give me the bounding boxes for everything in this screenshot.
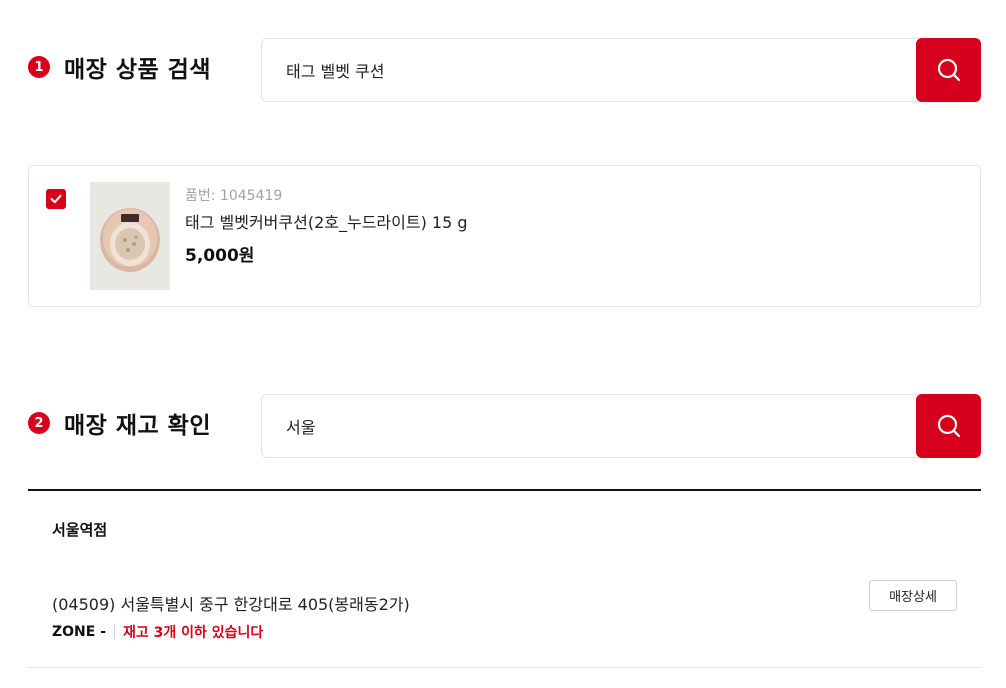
stock-search-title: 매장 재고 확인	[64, 413, 211, 439]
product-code: 품번: 1045419	[185, 188, 283, 204]
store-detail-button[interactable]: 매장상세	[869, 580, 957, 611]
product-search-button[interactable]	[916, 38, 981, 102]
stock-info-row: ZONE - 재고 3개 이하 있습니다	[52, 622, 263, 642]
store-name: 서울역점	[52, 521, 108, 539]
product-search-title: 매장 상품 검색	[64, 57, 211, 83]
search-icon	[937, 414, 960, 438]
cushion-compact-image	[90, 182, 170, 290]
checkmark-icon	[50, 194, 62, 204]
search-icon	[937, 58, 960, 82]
product-search-box	[261, 38, 981, 102]
store-row-divider	[28, 667, 981, 668]
stock-search-input[interactable]	[262, 395, 918, 457]
stock-search-button[interactable]	[916, 394, 981, 458]
product-price: 5,000원	[185, 246, 255, 266]
product-search-header: 1 매장 상품 검색	[28, 50, 211, 84]
product-thumbnail	[90, 182, 170, 290]
step-badge-2: 2	[28, 412, 50, 434]
step-badge-1: 1	[28, 56, 50, 78]
product-name: 태그 벨벳커버쿠션(2호_누드라이트) 15 g	[185, 213, 468, 232]
results-divider	[28, 489, 981, 491]
stock-separator	[114, 625, 116, 639]
stock-status: 재고 3개 이하 있습니다	[123, 625, 264, 641]
zone-label: ZONE -	[52, 624, 107, 640]
product-search-input[interactable]	[262, 39, 918, 101]
product-card: 품번: 1045419 태그 벨벳커버쿠션(2호_누드라이트) 15 g 5,0…	[28, 165, 981, 307]
stock-search-box	[261, 394, 981, 458]
product-checkbox[interactable]	[46, 189, 66, 209]
store-address: (04509) 서울특별시 중구 한강대로 405(봉래동2가)	[52, 595, 410, 614]
stock-search-header: 2 매장 재고 확인	[28, 406, 211, 440]
